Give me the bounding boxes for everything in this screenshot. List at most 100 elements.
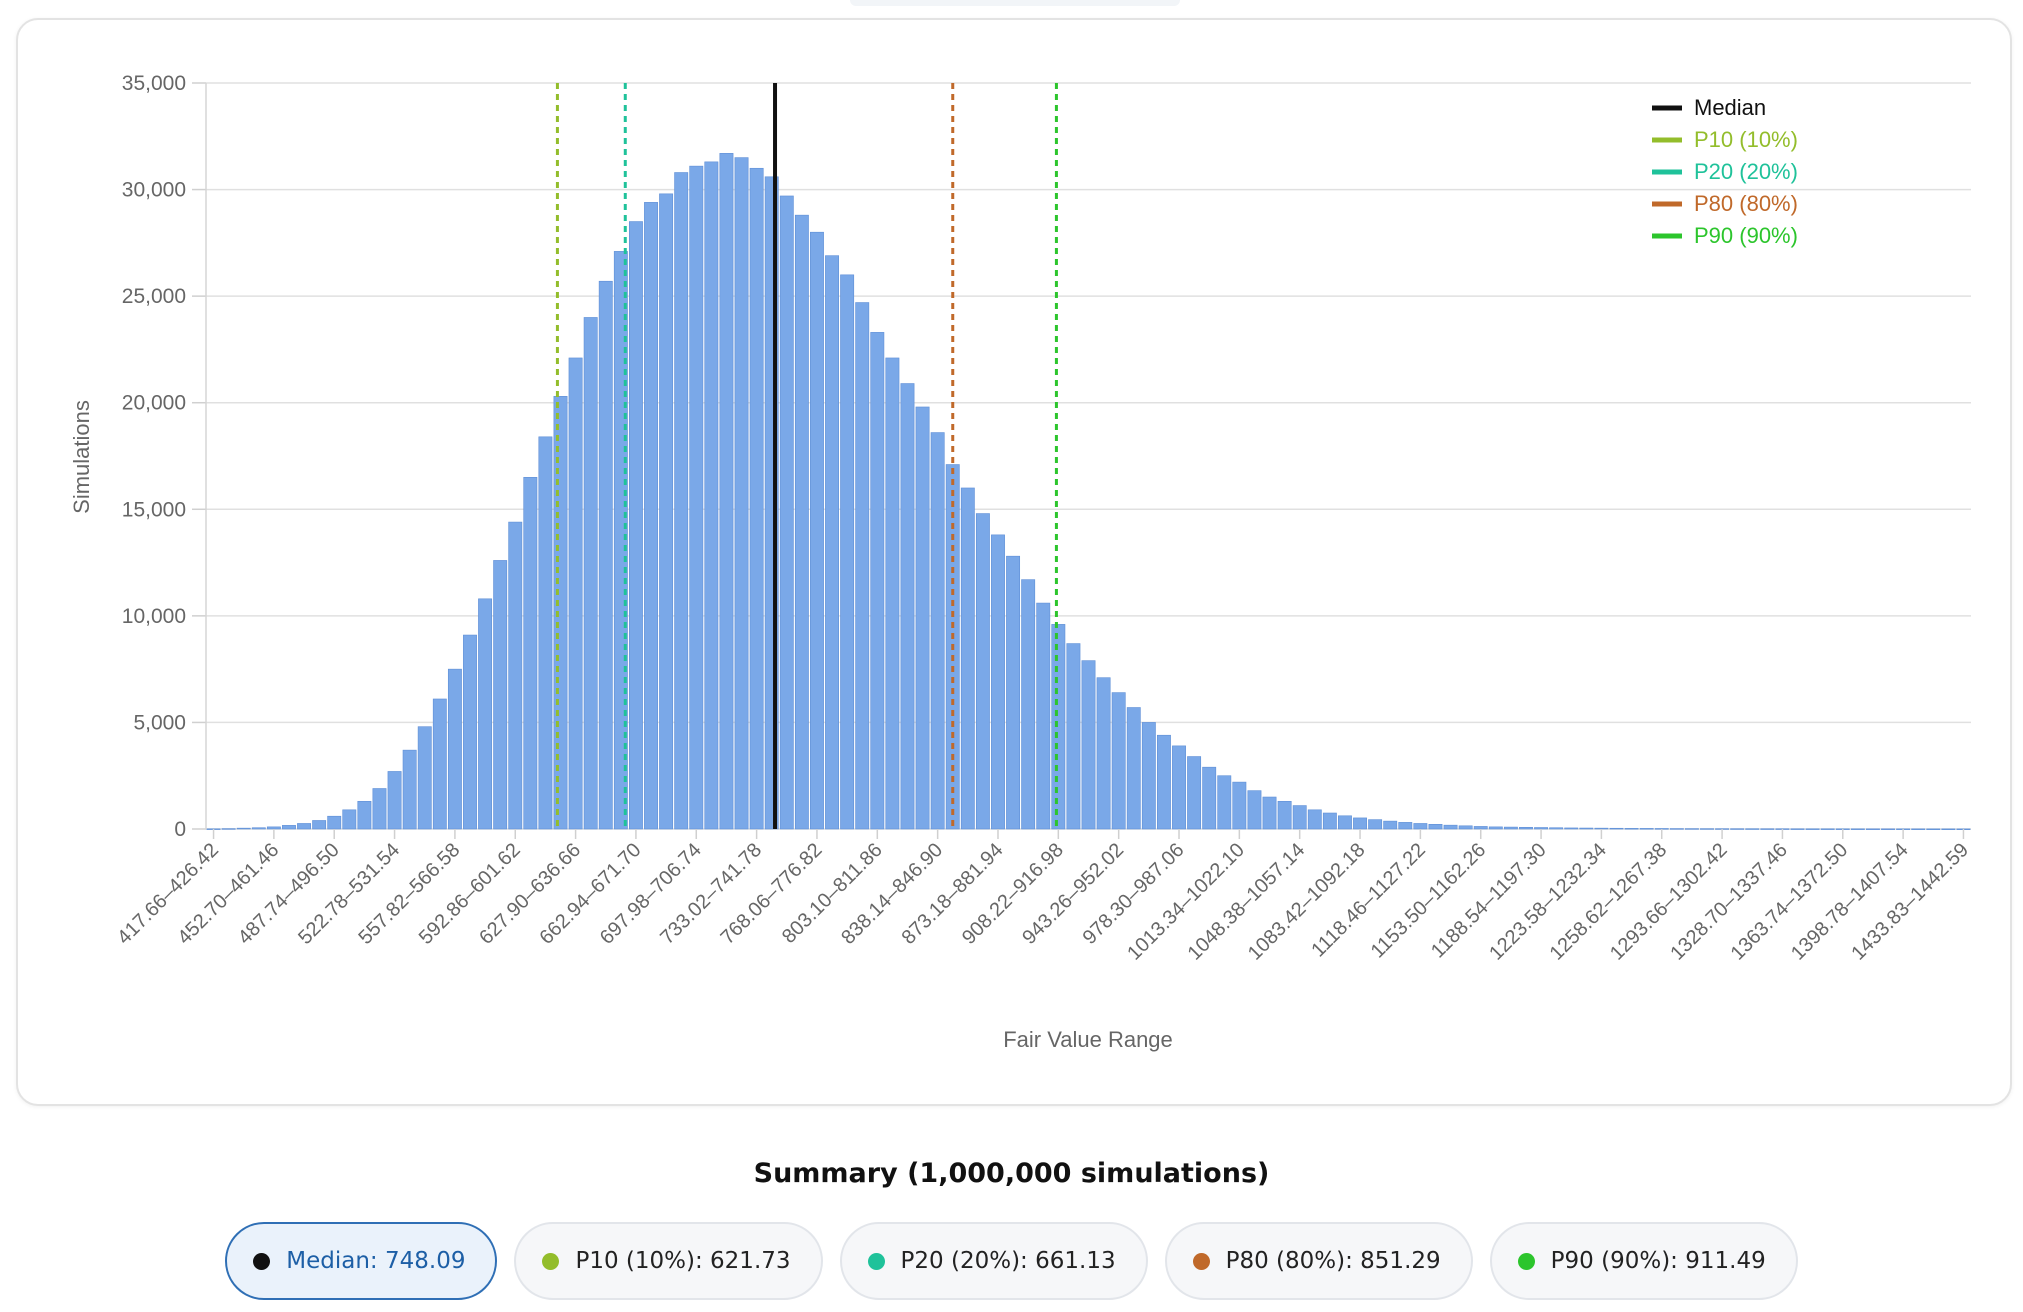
histogram-bar [704, 161, 719, 830]
histogram-bar [900, 383, 915, 830]
histogram-bar [719, 153, 734, 830]
summary-pill-label: P80 (80%): 851.29 [1225, 1248, 1441, 1274]
histogram-bar [749, 167, 764, 830]
histogram-bar [674, 172, 689, 830]
summary-pill-4[interactable]: P90 (90%): 911.49 [1489, 1222, 1798, 1300]
histogram-bar [825, 255, 839, 830]
histogram-bar [794, 214, 809, 830]
histogram-bar [1805, 828, 1820, 830]
histogram-bar [1790, 828, 1805, 830]
y-tick-label: 30,000 [122, 179, 186, 202]
legend-label: P90 (90%) [1694, 223, 1798, 248]
histogram-bar [734, 157, 749, 830]
histogram-bar [266, 826, 281, 830]
histogram-bar [1156, 734, 1171, 830]
histogram-bar [1684, 828, 1699, 830]
legend-dot-icon [542, 1252, 560, 1270]
histogram-bar [1579, 827, 1594, 830]
histogram-bar [1503, 826, 1518, 830]
summary-pill-1[interactable]: P10 (10%): 621.73 [514, 1222, 823, 1300]
histogram-bar [372, 788, 387, 830]
histogram-bar [493, 560, 508, 830]
histogram-bar [1443, 824, 1458, 830]
histogram-bar [282, 825, 296, 830]
histogram-bar [1926, 828, 1941, 830]
histogram-bar [1141, 722, 1156, 830]
summary-pill-label: P20 (20%): 661.13 [900, 1248, 1116, 1274]
legend-dot-icon [1517, 1252, 1535, 1270]
histogram-bar [1368, 819, 1383, 830]
histogram-bar [387, 771, 402, 830]
histogram-bar [991, 534, 1005, 830]
histogram-bar [568, 357, 583, 830]
legend-label: P80 (80%) [1694, 191, 1798, 216]
histogram-bar [1594, 827, 1609, 830]
histogram-bars [206, 153, 1971, 830]
x-tick-label: 1433.83–1442.59 [1847, 839, 1973, 965]
histogram-bar [855, 302, 870, 830]
histogram-bar [915, 406, 930, 830]
histogram-bar [644, 202, 658, 830]
histogram-bar [1247, 790, 1262, 830]
x-axis-label: Fair Value Range [1003, 1027, 1173, 1052]
legend-label: P20 (20%) [1694, 159, 1798, 184]
histogram-bar [1745, 828, 1760, 830]
y-tick-label: 35,000 [122, 72, 186, 95]
histogram-bar [1519, 826, 1533, 830]
histogram-bar [297, 823, 311, 830]
histogram-bar [463, 634, 477, 830]
histogram-bar [1458, 825, 1473, 830]
histogram-bar [1881, 828, 1895, 830]
histogram-bar [447, 668, 462, 830]
histogram-bar [1051, 624, 1066, 830]
legend[interactable]: Median P10 (10%) P20 (20%) P80 (80%) P90 (90… [1652, 95, 1798, 248]
histogram-bar [1564, 827, 1579, 830]
histogram-bar [1473, 826, 1488, 830]
y-tick-label: 15,000 [122, 498, 186, 521]
histogram-bar [930, 432, 945, 830]
y-tick-label: 0 [174, 818, 186, 841]
histogram-bar [1866, 828, 1880, 830]
x-tick-label: 1188.54–1197.30 [1427, 839, 1551, 963]
summary-pill-2[interactable]: P20 (20%): 661.13 [839, 1222, 1148, 1300]
summary-pill-label: Median: 748.09 [286, 1248, 466, 1274]
legend-label: Median [1694, 95, 1766, 120]
histogram-bar [1187, 756, 1202, 830]
histogram-bar [553, 396, 568, 830]
histogram-bar [975, 513, 990, 830]
summary-pill-label: P90 (90%): 911.49 [1550, 1248, 1766, 1274]
y-tick-label: 5,000 [133, 711, 186, 734]
x-tick-label: 417.66–426.42 [113, 839, 223, 949]
histogram-bar [1549, 827, 1564, 830]
histogram-bar [357, 800, 372, 830]
histogram-bar [1383, 820, 1398, 830]
legend-dot-icon [867, 1252, 885, 1270]
histogram-bar [251, 827, 266, 830]
histogram-bar [1217, 775, 1232, 830]
histogram-bar [1428, 824, 1443, 830]
histogram-bar [342, 809, 357, 830]
x-tick-label: 1118.46–1127.22 [1307, 839, 1430, 962]
summary-title: Summary (1,000,000 simulations) [753, 1158, 1270, 1189]
y-axis-label: Simulations [69, 400, 94, 514]
histogram-bar [236, 827, 251, 830]
histogram-bar [628, 221, 643, 830]
x-tick-label: 1153.50–1162.26 [1367, 839, 1491, 963]
legend-dot-icon [253, 1252, 271, 1270]
histogram-bar [1338, 815, 1352, 830]
histogram-bar [1353, 817, 1367, 830]
histogram-bar [1760, 828, 1775, 830]
histogram-bar [840, 274, 855, 830]
histogram-bar [478, 598, 493, 830]
histogram-bar [689, 165, 704, 830]
histogram-bar [1413, 823, 1428, 830]
histogram-bar [659, 193, 674, 830]
summary-pill-label: P10 (10%): 621.73 [575, 1248, 791, 1274]
histogram-bar [810, 231, 824, 830]
histogram-bar [1307, 809, 1322, 830]
histogram-bar [1398, 822, 1413, 830]
summary-pill-0[interactable]: Median: 748.09 [225, 1222, 498, 1300]
histogram-bar [508, 521, 523, 830]
histogram-bar [312, 820, 327, 830]
summary-pill-3[interactable]: P80 (80%): 851.29 [1164, 1222, 1473, 1300]
